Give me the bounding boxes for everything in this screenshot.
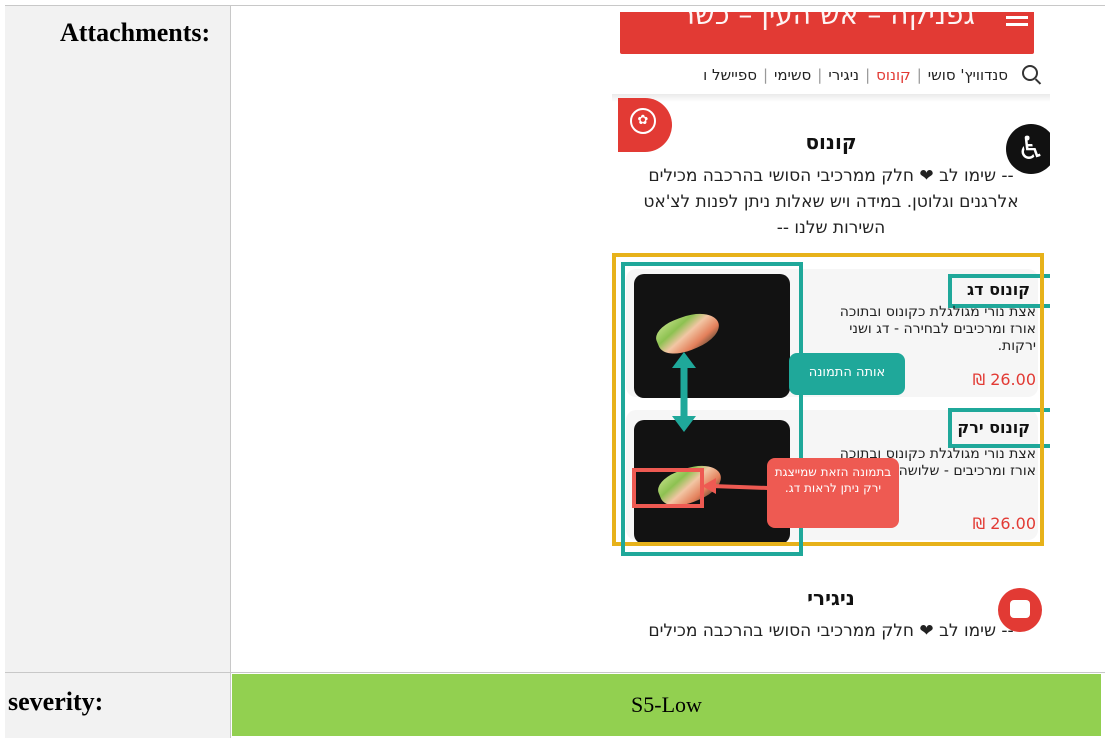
attachments-label-cell: Attachments: [5,6,231,672]
section-note-nigiri: -- שימו לב ❤ חלק ממרכיבי הסושי בהרכבה מכ… [648,621,1014,641]
severity-label-cell: severity: [5,673,231,738]
annotation-arrows [672,352,769,494]
section-title-nigiri: ניגירי [807,586,855,610]
severity-label: severity: [8,687,104,716]
annotation-callout-fish: בתמונה הזאת שמייצגת ירק ניתן לראות דג. [767,458,899,528]
attachment-screenshot: גפניקה – אש העין – כשר סנדוויץ' סושי | ק… [612,6,1050,662]
attachments-label: Attachments: [60,18,211,47]
chat-icon[interactable] [998,588,1042,632]
annotation-callout-same-image: אותה התמונה [789,353,905,395]
severity-value: S5-Low [232,674,1101,736]
